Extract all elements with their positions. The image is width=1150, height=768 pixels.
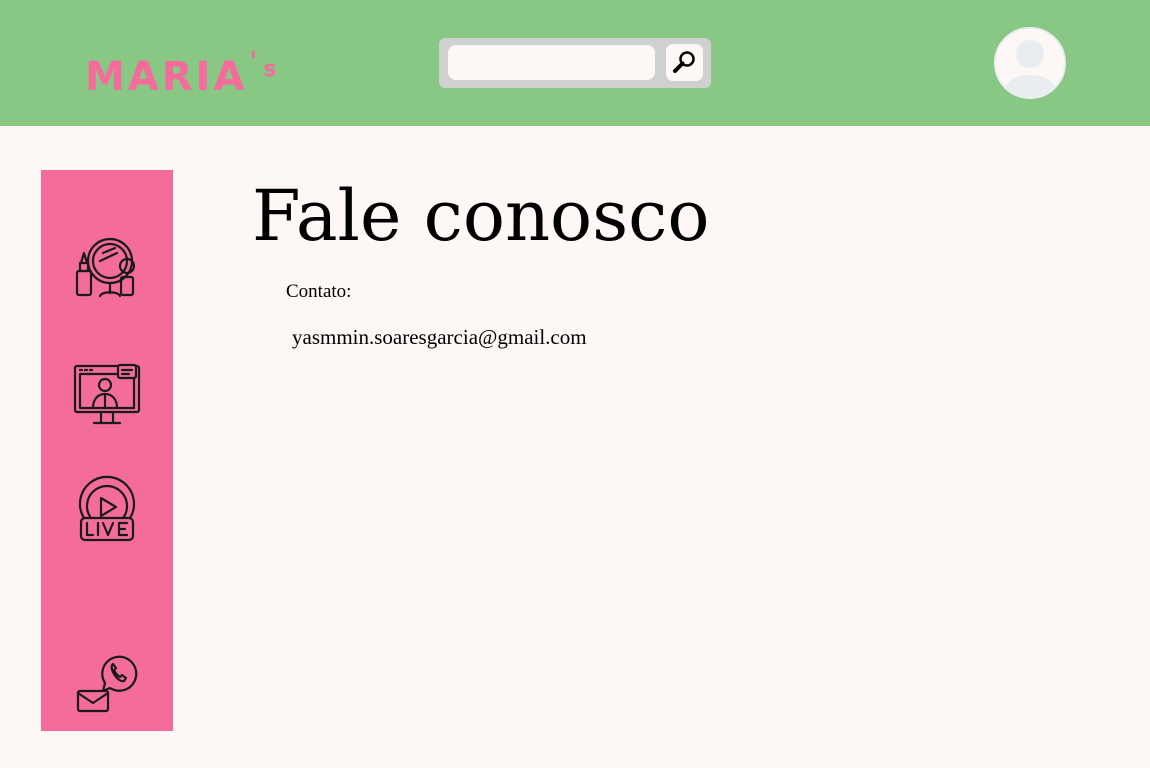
logo-text: MARIA <box>85 54 248 100</box>
user-avatar-button[interactable] <box>994 27 1066 99</box>
top-header: MARIA' s <box>0 0 1150 126</box>
logo-apostrophe: ' <box>249 47 258 77</box>
contact-label: Contato: <box>286 281 352 302</box>
search-bar <box>439 38 711 88</box>
makeup-mirror-icon <box>75 237 136 298</box>
sidebar-item-video-tutorials[interactable] <box>66 354 148 436</box>
user-avatar-icon <box>1002 40 1058 97</box>
sidebar-item-makeup[interactable] <box>66 225 148 307</box>
contact-email-link[interactable]: yasmmin.soaresgarcia@gmail.com <box>292 325 587 350</box>
brand-logo[interactable]: MARIA' s <box>85 38 276 101</box>
page-title: Fale conosco <box>252 175 710 257</box>
sidebar-nav <box>41 170 173 731</box>
search-input[interactable] <box>448 45 655 80</box>
video-tutorial-icon <box>73 363 141 425</box>
search-button[interactable] <box>666 44 703 81</box>
logo-suffix: s <box>263 57 277 82</box>
search-icon <box>673 51 695 73</box>
sidebar-item-live[interactable] <box>66 468 148 550</box>
sidebar-item-contact[interactable] <box>66 641 148 723</box>
live-stream-icon <box>78 475 136 542</box>
whatsapp-mail-contact-icon <box>76 655 138 713</box>
